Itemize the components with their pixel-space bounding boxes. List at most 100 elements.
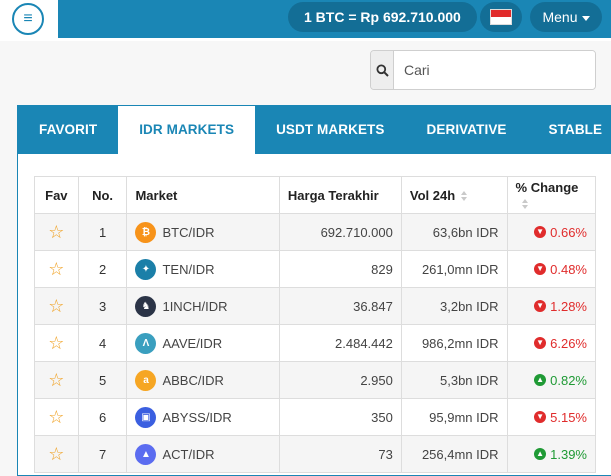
table-row[interactable]: ☆ 1 ₿ BTC/IDR 692.710.000 63,6bn IDR ▼ 0.66%	[34, 213, 596, 251]
market-pair: AAVE/IDR	[162, 335, 223, 351]
achain-icon: ▲	[135, 443, 157, 465]
market-cell[interactable]: ♞ 1INCH/IDR	[126, 287, 280, 325]
last-price: 2.484.442	[278, 324, 402, 362]
col-change[interactable]: % Change	[506, 176, 596, 214]
tab-derivative[interactable]: DERIVATIVE	[406, 106, 528, 154]
last-price: 829	[278, 250, 402, 288]
change-value: 1.39%	[550, 446, 587, 462]
last-price: 2.950	[278, 361, 402, 399]
row-number: 4	[77, 324, 128, 362]
row-number: 6	[77, 398, 128, 436]
row-number: 5	[77, 361, 128, 399]
fav-cell: ☆	[34, 213, 79, 251]
search-icon[interactable]	[371, 51, 394, 89]
top-navbar: ≡ 1 BTC = Rp 692.710.000 Menu	[0, 0, 611, 41]
search-input[interactable]	[394, 51, 595, 89]
row-number: 2	[77, 250, 128, 288]
col-no[interactable]: No.	[77, 176, 128, 214]
change-value: 6.26%	[550, 335, 587, 351]
volume-24h: 5,3bn IDR	[400, 361, 508, 399]
fav-cell: ☆	[34, 287, 79, 325]
star-icon[interactable]: ☆	[48, 259, 64, 279]
fav-cell: ☆	[34, 250, 79, 288]
table-row[interactable]: ☆ 7 ▲ ACT/IDR 73 256,4mn IDR ▲ 1.39%	[34, 435, 596, 473]
market-cell[interactable]: ₿ BTC/IDR	[126, 213, 280, 251]
row-number: 3	[77, 287, 128, 325]
table-row[interactable]: ☆ 4 Λ AAVE/IDR 2.484.442 986,2mn IDR ▼ 6.26%	[34, 324, 596, 362]
volume-24h: 261,0mn IDR	[400, 250, 508, 288]
fav-cell: ☆	[34, 361, 79, 399]
star-icon[interactable]: ☆	[48, 296, 64, 316]
market-cell[interactable]: ✦ TEN/IDR	[126, 250, 280, 288]
table-row[interactable]: ☆ 2 ✦ TEN/IDR 829 261,0mn IDR ▼ 0.48%	[34, 250, 596, 288]
percent-change: ▼ 0.48%	[506, 250, 596, 288]
indonesia-flag-icon	[490, 9, 512, 25]
percent-change: ▼ 5.15%	[506, 398, 596, 436]
volume-24h: 63,6bn IDR	[400, 213, 508, 251]
arrow-down-icon: ▼	[534, 263, 547, 275]
market-pair: BTC/IDR	[162, 224, 215, 240]
btc-price-ticker[interactable]: 1 BTC = Rp 692.710.000	[288, 2, 477, 32]
table-header-row: Fav No. Market Harga Terakhir Vol 24h % …	[34, 176, 596, 214]
percent-change: ▼ 1.28%	[506, 287, 596, 325]
star-icon[interactable]: ☆	[48, 222, 64, 242]
star-icon[interactable]: ☆	[48, 370, 64, 390]
col-fav[interactable]: Fav	[34, 176, 79, 214]
bitcoin-icon: ₿	[135, 221, 157, 243]
col-last-price[interactable]: Harga Terakhir	[278, 176, 402, 214]
volume-24h: 95,9mn IDR	[400, 398, 508, 436]
row-number: 7	[77, 435, 128, 473]
market-cell[interactable]: a ABBC/IDR	[126, 361, 280, 399]
table-row[interactable]: ☆ 3 ♞ 1INCH/IDR 36.847 3,2bn IDR ▼ 1.28%	[34, 287, 596, 325]
tab-stable[interactable]: STABLE	[528, 106, 611, 154]
arrow-up-icon: ▲	[534, 448, 547, 460]
market-pair: 1INCH/IDR	[162, 298, 228, 314]
volume-24h: 986,2mn IDR	[400, 324, 508, 362]
table-row[interactable]: ☆ 6 ▣ ABYSS/IDR 350 95,9mn IDR ▼ 5.15%	[34, 398, 596, 436]
unicorn-icon: ♞	[135, 295, 157, 317]
tab-favorit[interactable]: FAVORIT	[18, 106, 118, 154]
percent-change: ▲ 0.82%	[506, 361, 596, 399]
markets-panel: FAVORIT IDR MARKETS USDT MARKETS DERIVATIVE…	[17, 105, 611, 476]
markets-table-container: Fav No. Market Harga Terakhir Vol 24h % …	[34, 176, 596, 473]
hamburger-menu-icon[interactable]: ≡	[12, 3, 44, 35]
change-value: 5.15%	[550, 409, 587, 425]
market-pair: ACT/IDR	[162, 446, 215, 462]
star-icon[interactable]: ☆	[48, 333, 64, 353]
menu-label: Menu	[542, 9, 578, 25]
tab-usdt-markets[interactable]: USDT MARKETS	[255, 106, 405, 154]
table-row[interactable]: ☆ 5 a ABBC/IDR 2.950 5,3bn IDR ▲ 0.82%	[34, 361, 596, 399]
last-price: 36.847	[278, 287, 402, 325]
arrow-down-icon: ▼	[534, 411, 547, 423]
col-market[interactable]: Market	[126, 176, 280, 214]
last-price: 73	[278, 435, 402, 473]
market-cell[interactable]: ▲ ACT/IDR	[126, 435, 280, 473]
fav-cell: ☆	[34, 398, 79, 436]
markets-table: Fav No. Market Harga Terakhir Vol 24h % …	[34, 176, 596, 473]
last-price: 350	[278, 398, 402, 436]
market-tabs: FAVORIT IDR MARKETS USDT MARKETS DERIVATIVE…	[18, 106, 611, 154]
market-pair: ABBC/IDR	[162, 372, 224, 388]
star-icon[interactable]: ☆	[48, 407, 64, 427]
market-cell[interactable]: Λ AAVE/IDR	[126, 324, 280, 362]
change-value: 0.82%	[550, 372, 587, 388]
arrow-down-icon: ▼	[534, 300, 547, 312]
arrow-up-icon: ▲	[534, 374, 547, 386]
row-number: 1	[77, 213, 128, 251]
change-value: 1.28%	[550, 298, 587, 314]
language-selector[interactable]	[480, 2, 522, 32]
tab-idr-markets[interactable]: IDR MARKETS	[118, 106, 256, 154]
logo-area: ≡	[0, 0, 58, 40]
vol-header-label: Vol 24h	[409, 187, 456, 203]
percent-change: ▼ 0.66%	[506, 213, 596, 251]
market-pair: ABYSS/IDR	[162, 409, 232, 425]
aave-icon: Λ	[135, 332, 157, 354]
arrow-down-icon: ▼	[534, 337, 547, 349]
fav-cell: ☆	[34, 324, 79, 362]
col-vol-24h[interactable]: Vol 24h	[400, 176, 508, 214]
menu-dropdown-button[interactable]: Menu	[530, 2, 602, 32]
last-price: 692.710.000	[278, 213, 402, 251]
tokenomy-icon: ✦	[135, 258, 157, 280]
market-cell[interactable]: ▣ ABYSS/IDR	[126, 398, 280, 436]
star-icon[interactable]: ☆	[48, 444, 64, 464]
